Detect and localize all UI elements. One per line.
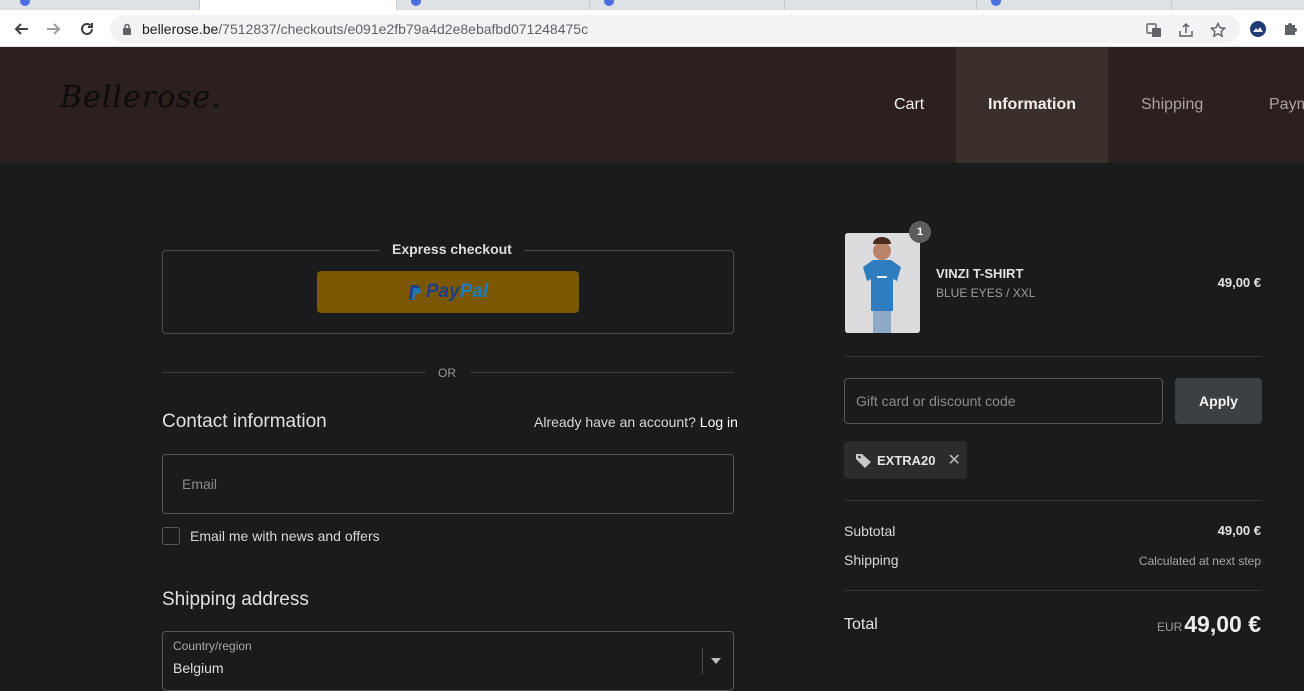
breadcrumb-information: Information: [956, 47, 1108, 163]
browser-tabstrip: [0, 0, 1304, 10]
newsletter-checkbox[interactable]: [162, 527, 180, 545]
reload-button[interactable]: [74, 16, 100, 42]
shipping-label: Shipping: [844, 552, 899, 568]
shop-header: Bellerose. Cart Information Shipping Pay…: [0, 47, 1304, 163]
shipping-address-title: Shipping address: [162, 589, 309, 610]
tag-icon: [856, 453, 871, 468]
summary-divider: [844, 500, 1262, 501]
tab-favicon-icon: [20, 0, 30, 6]
select-divider: [702, 648, 703, 674]
puzzle-icon: [1285, 23, 1297, 35]
login-link[interactable]: Log in: [700, 414, 738, 430]
lock-icon: [123, 23, 131, 35]
quantity-badge: 1: [909, 221, 931, 243]
paypal-label-pal: Pal: [459, 281, 489, 302]
chevron-down-icon[interactable]: [711, 658, 721, 664]
breadcrumb-cart[interactable]: Cart: [894, 47, 924, 163]
forward-button[interactable]: [41, 16, 67, 42]
total-label: Total: [844, 616, 878, 633]
or-divider-left: [162, 372, 426, 373]
profile-avatar-icon: [1250, 21, 1266, 37]
or-divider-right: [470, 372, 734, 373]
forward-arrow-icon: [47, 23, 61, 35]
product-name: VINZI T-SHIRT: [936, 266, 1024, 281]
country-select-value: Belgium: [173, 660, 224, 676]
profile-avatar[interactable]: [1245, 16, 1271, 42]
share-icon[interactable]: [1178, 22, 1194, 38]
breadcrumb-payment: Paym: [1269, 96, 1304, 113]
discount-code-input[interactable]: [845, 379, 1162, 423]
browser-tab[interactable]: [397, 0, 590, 10]
extensions-button[interactable]: [1277, 16, 1303, 42]
summary-divider: [844, 356, 1262, 357]
product-variant: BLUE EYES / XXL: [936, 286, 1036, 300]
applied-discount-code: EXTRA20: [877, 452, 936, 468]
shipping-value: Calculated at next step: [1138, 554, 1261, 568]
remove-discount-close-icon[interactable]: ✕: [948, 450, 961, 470]
express-checkout-title: Express checkout: [380, 241, 524, 257]
browser-tab[interactable]: [590, 0, 785, 10]
browser-tab-active[interactable]: [200, 0, 397, 10]
browser-tab[interactable]: [785, 0, 977, 10]
newsletter-label: Email me with news and offers: [190, 528, 380, 544]
subtotal-label: Subtotal: [844, 523, 896, 539]
back-button[interactable]: [8, 16, 34, 42]
subtotal-value: 49,00 €: [1217, 523, 1261, 538]
tab-favicon-icon: [411, 0, 421, 6]
address-bar[interactable]: bellerose.be/7512837/checkouts/e091e2fb7…: [110, 15, 1240, 43]
browser-toolbar: bellerose.be/7512837/checkouts/e091e2fb7…: [0, 10, 1304, 47]
breadcrumb-shipping: Shipping: [1141, 96, 1204, 113]
apply-discount-button[interactable]: Apply: [1175, 378, 1262, 424]
tab-favicon-icon: [991, 0, 1001, 6]
url-host: bellerose.be: [142, 21, 219, 37]
total-value: 49,00 €: [1184, 611, 1261, 637]
account-prompt-text: Already have an account?: [534, 414, 696, 430]
url-path: /7512837/checkouts/e091e2fb79a4d2e8ebafb…: [218, 21, 589, 37]
email-field[interactable]: [162, 454, 734, 514]
or-divider-text: OR: [438, 366, 456, 380]
url-text: bellerose.be/7512837/checkouts/e091e2fb7…: [142, 21, 588, 37]
product-thumbnail: [845, 233, 920, 333]
account-prompt: Already have an account? Log in: [534, 414, 738, 430]
country-select-label: Country/region: [173, 639, 252, 653]
back-arrow-icon: [14, 23, 28, 35]
contact-information-title: Contact information: [162, 411, 327, 432]
paypal-button[interactable]: Pay Pal: [317, 271, 579, 313]
total-currency: EUR: [1157, 620, 1183, 634]
tab-favicon-icon: [604, 0, 614, 6]
translate-icon[interactable]: [1146, 22, 1162, 38]
applied-discount-tag: EXTRA20 ✕: [844, 441, 967, 479]
brand-logo[interactable]: Bellerose.: [60, 80, 222, 115]
email-input[interactable]: [163, 455, 733, 513]
product-image: [845, 233, 920, 333]
bookmark-star-icon[interactable]: [1210, 22, 1226, 38]
browser-tab[interactable]: [0, 0, 200, 10]
browser-tab[interactable]: [977, 0, 1172, 10]
product-price: 49,00 €: [1217, 275, 1261, 290]
reload-icon: [81, 22, 93, 35]
paypal-logo-icon: [408, 284, 421, 300]
discount-code-field[interactable]: [844, 378, 1163, 424]
summary-divider: [844, 590, 1262, 591]
paypal-label-pay: Pay: [425, 281, 460, 302]
